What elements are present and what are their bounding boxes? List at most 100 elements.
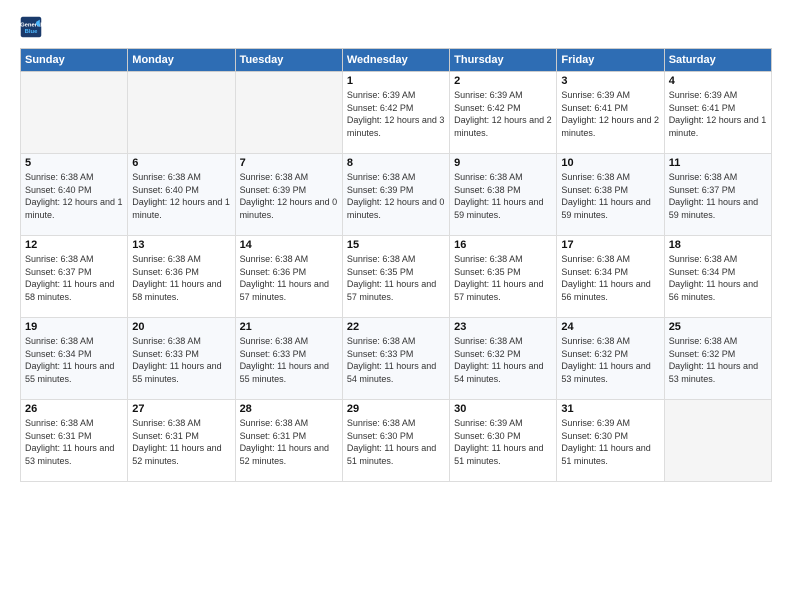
day-number: 25	[669, 321, 767, 333]
col-header-monday: Monday	[128, 49, 235, 72]
col-header-thursday: Thursday	[450, 49, 557, 72]
cell-info: Sunrise: 6:38 AM Sunset: 6:39 PM Dayligh…	[347, 171, 445, 221]
cell-info: Sunrise: 6:38 AM Sunset: 6:36 PM Dayligh…	[132, 253, 230, 303]
cell-info: Sunrise: 6:38 AM Sunset: 6:34 PM Dayligh…	[561, 253, 659, 303]
week-row-1: 5 Sunrise: 6:38 AM Sunset: 6:40 PM Daylig…	[21, 154, 772, 236]
day-number: 21	[240, 321, 338, 333]
day-number: 12	[25, 239, 123, 251]
calendar-cell: 23 Sunrise: 6:38 AM Sunset: 6:32 PM Dayli…	[450, 318, 557, 400]
calendar-cell: 12 Sunrise: 6:38 AM Sunset: 6:37 PM Dayli…	[21, 236, 128, 318]
col-header-wednesday: Wednesday	[342, 49, 449, 72]
calendar-cell: 10 Sunrise: 6:38 AM Sunset: 6:38 PM Dayli…	[557, 154, 664, 236]
cell-info: Sunrise: 6:38 AM Sunset: 6:32 PM Dayligh…	[669, 335, 767, 385]
cell-info: Sunrise: 6:38 AM Sunset: 6:31 PM Dayligh…	[25, 417, 123, 467]
calendar-cell: 25 Sunrise: 6:38 AM Sunset: 6:32 PM Dayli…	[664, 318, 771, 400]
calendar-cell: 13 Sunrise: 6:38 AM Sunset: 6:36 PM Dayli…	[128, 236, 235, 318]
cell-info: Sunrise: 6:39 AM Sunset: 6:30 PM Dayligh…	[454, 417, 552, 467]
col-header-friday: Friday	[557, 49, 664, 72]
calendar-table: SundayMondayTuesdayWednesdayThursdayFrid…	[20, 48, 772, 482]
cell-info: Sunrise: 6:38 AM Sunset: 6:32 PM Dayligh…	[454, 335, 552, 385]
calendar-cell: 8 Sunrise: 6:38 AM Sunset: 6:39 PM Daylig…	[342, 154, 449, 236]
cell-info: Sunrise: 6:38 AM Sunset: 6:33 PM Dayligh…	[347, 335, 445, 385]
cell-info: Sunrise: 6:38 AM Sunset: 6:40 PM Dayligh…	[132, 171, 230, 221]
col-header-saturday: Saturday	[664, 49, 771, 72]
cell-info: Sunrise: 6:38 AM Sunset: 6:38 PM Dayligh…	[561, 171, 659, 221]
page: General Blue SundayMondayTuesdayWednesda…	[0, 0, 792, 612]
day-number: 3	[561, 75, 659, 87]
cell-info: Sunrise: 6:38 AM Sunset: 6:38 PM Dayligh…	[454, 171, 552, 221]
day-number: 18	[669, 239, 767, 251]
day-number: 27	[132, 403, 230, 415]
cell-info: Sunrise: 6:38 AM Sunset: 6:31 PM Dayligh…	[132, 417, 230, 467]
day-number: 17	[561, 239, 659, 251]
calendar-cell: 30 Sunrise: 6:39 AM Sunset: 6:30 PM Dayli…	[450, 400, 557, 482]
cell-info: Sunrise: 6:39 AM Sunset: 6:41 PM Dayligh…	[561, 89, 659, 139]
calendar-cell: 1Sunrise: 6:39 AM Sunset: 6:42 PM Daylig…	[342, 72, 449, 154]
day-number: 10	[561, 157, 659, 169]
day-number: 7	[240, 157, 338, 169]
calendar-cell	[21, 72, 128, 154]
calendar-cell: 29Sunrise: 6:38 AM Sunset: 6:30 PM Dayli…	[342, 400, 449, 482]
calendar-cell	[235, 72, 342, 154]
day-number: 22	[347, 321, 445, 333]
calendar-cell: 16Sunrise: 6:38 AM Sunset: 6:35 PM Dayli…	[450, 236, 557, 318]
day-number: 2	[454, 75, 552, 87]
day-number: 8	[347, 157, 445, 169]
cell-info: Sunrise: 6:39 AM Sunset: 6:30 PM Dayligh…	[561, 417, 659, 467]
week-row-2: 12 Sunrise: 6:38 AM Sunset: 6:37 PM Dayli…	[21, 236, 772, 318]
day-number: 15	[347, 239, 445, 251]
calendar-cell: 18 Sunrise: 6:38 AM Sunset: 6:34 PM Dayli…	[664, 236, 771, 318]
day-number: 26	[25, 403, 123, 415]
calendar-cell: 26 Sunrise: 6:38 AM Sunset: 6:31 PM Dayli…	[21, 400, 128, 482]
day-number: 11	[669, 157, 767, 169]
calendar-cell: 28 Sunrise: 6:38 AM Sunset: 6:31 PM Dayli…	[235, 400, 342, 482]
cell-info: Sunrise: 6:38 AM Sunset: 6:34 PM Dayligh…	[25, 335, 123, 385]
calendar-cell: 17 Sunrise: 6:38 AM Sunset: 6:34 PM Dayli…	[557, 236, 664, 318]
cell-info: Sunrise: 6:38 AM Sunset: 6:33 PM Dayligh…	[132, 335, 230, 385]
day-number: 20	[132, 321, 230, 333]
cell-info: Sunrise: 6:38 AM Sunset: 6:35 PM Dayligh…	[347, 253, 445, 303]
cell-info: Sunrise: 6:38 AM Sunset: 6:39 PM Dayligh…	[240, 171, 338, 221]
day-number: 14	[240, 239, 338, 251]
calendar-cell: 5 Sunrise: 6:38 AM Sunset: 6:40 PM Daylig…	[21, 154, 128, 236]
week-row-3: 19 Sunrise: 6:38 AM Sunset: 6:34 PM Dayli…	[21, 318, 772, 400]
cell-info: Sunrise: 6:38 AM Sunset: 6:33 PM Dayligh…	[240, 335, 338, 385]
calendar-cell: 9 Sunrise: 6:38 AM Sunset: 6:38 PM Daylig…	[450, 154, 557, 236]
day-number: 23	[454, 321, 552, 333]
calendar-cell: 14 Sunrise: 6:38 AM Sunset: 6:36 PM Dayli…	[235, 236, 342, 318]
cell-info: Sunrise: 6:38 AM Sunset: 6:36 PM Dayligh…	[240, 253, 338, 303]
day-number: 30	[454, 403, 552, 415]
header: General Blue	[20, 16, 772, 38]
day-number: 9	[454, 157, 552, 169]
calendar-cell: 15 Sunrise: 6:38 AM Sunset: 6:35 PM Dayli…	[342, 236, 449, 318]
cell-info: Sunrise: 6:39 AM Sunset: 6:42 PM Dayligh…	[347, 89, 445, 139]
day-number: 28	[240, 403, 338, 415]
calendar-cell: 6 Sunrise: 6:38 AM Sunset: 6:40 PM Daylig…	[128, 154, 235, 236]
calendar-cell: 27 Sunrise: 6:38 AM Sunset: 6:31 PM Dayli…	[128, 400, 235, 482]
calendar-cell: 4Sunrise: 6:39 AM Sunset: 6:41 PM Daylig…	[664, 72, 771, 154]
cell-info: Sunrise: 6:38 AM Sunset: 6:40 PM Dayligh…	[25, 171, 123, 221]
calendar-cell: 19 Sunrise: 6:38 AM Sunset: 6:34 PM Dayli…	[21, 318, 128, 400]
day-number: 19	[25, 321, 123, 333]
cell-info: Sunrise: 6:38 AM Sunset: 6:37 PM Dayligh…	[25, 253, 123, 303]
cell-info: Sunrise: 6:38 AM Sunset: 6:30 PM Dayligh…	[347, 417, 445, 467]
calendar-cell: 3 Sunrise: 6:39 AM Sunset: 6:41 PM Daylig…	[557, 72, 664, 154]
calendar-cell	[664, 400, 771, 482]
col-header-tuesday: Tuesday	[235, 49, 342, 72]
day-number: 5	[25, 157, 123, 169]
logo: General Blue	[20, 16, 45, 38]
calendar-cell: 7 Sunrise: 6:38 AM Sunset: 6:39 PM Daylig…	[235, 154, 342, 236]
calendar-cell: 31Sunrise: 6:39 AM Sunset: 6:30 PM Dayli…	[557, 400, 664, 482]
week-row-0: 1Sunrise: 6:39 AM Sunset: 6:42 PM Daylig…	[21, 72, 772, 154]
calendar-cell: 24 Sunrise: 6:38 AM Sunset: 6:32 PM Dayli…	[557, 318, 664, 400]
day-number: 24	[561, 321, 659, 333]
cell-info: Sunrise: 6:39 AM Sunset: 6:41 PM Dayligh…	[669, 89, 767, 139]
week-row-4: 26 Sunrise: 6:38 AM Sunset: 6:31 PM Dayli…	[21, 400, 772, 482]
cell-info: Sunrise: 6:38 AM Sunset: 6:34 PM Dayligh…	[669, 253, 767, 303]
day-number: 13	[132, 239, 230, 251]
calendar-cell: 21 Sunrise: 6:38 AM Sunset: 6:33 PM Dayli…	[235, 318, 342, 400]
day-number: 6	[132, 157, 230, 169]
calendar-cell	[128, 72, 235, 154]
cell-info: Sunrise: 6:38 AM Sunset: 6:31 PM Dayligh…	[240, 417, 338, 467]
cell-info: Sunrise: 6:38 AM Sunset: 6:32 PM Dayligh…	[561, 335, 659, 385]
